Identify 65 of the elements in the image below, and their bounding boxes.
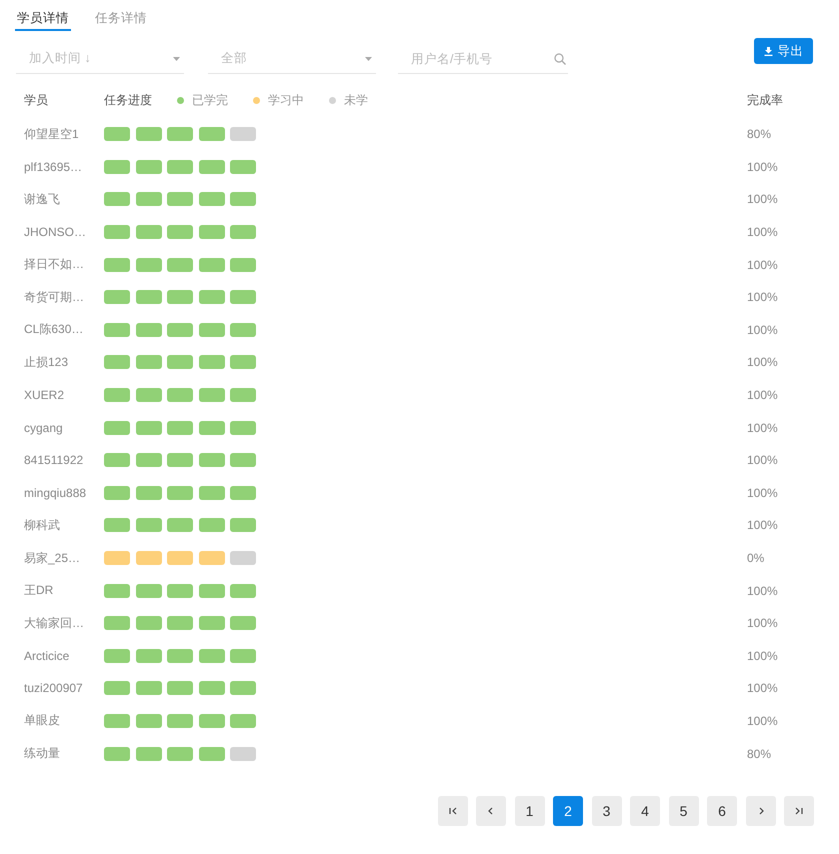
student-name: 易家_25… [24,550,82,567]
next-page-button[interactable] [746,796,776,826]
page-button[interactable]: 3 [592,796,622,826]
last-page-button[interactable] [784,796,814,826]
column-header: 完成率 [747,92,784,108]
tab[interactable]: 学员详情 [15,6,71,31]
download-icon [764,46,772,56]
student-name: 单眼皮 [24,712,61,730]
caret-icon [173,56,180,60]
column-header: 任务进度 [104,92,152,108]
page-button[interactable]: 1 [514,796,544,826]
completion-rate: 100% [747,584,779,598]
student-name: 841511922 [24,453,84,468]
student-name: cygang [24,420,64,435]
completion-rate: 100% [747,225,779,240]
completion-rate: 0% [747,551,766,566]
completion-rate: 100% [747,681,779,696]
student-name: 柳科武 [24,516,61,534]
student-name: 仰望星空1 [24,126,80,143]
completion-rate: 100% [747,160,779,174]
student-name: tuzi200907 [24,681,84,696]
completion-rate: 100% [747,290,779,304]
completion-rate: 100% [747,388,779,402]
student-name: 奇货可期… [24,288,85,306]
student-name: JHONSO… [24,225,88,240]
page-button[interactable]: 4 [630,796,660,826]
student-name: mingqiu888 [24,486,88,500]
completion-rate: 100% [747,453,779,468]
student-name: 王DR [24,582,54,600]
prev-page-button[interactable] [476,796,506,826]
completion-rate: 100% [747,420,779,435]
export-button[interactable]: 导出 [754,38,813,64]
first-page-icon [448,806,458,815]
completion-rate: 80% [747,746,772,761]
completion-rate: 100% [747,648,779,663]
completion-rate: 100% [747,486,779,500]
student-name: 择日不如… [24,256,85,274]
student-name: 止损123 [24,354,70,371]
student-name: CL陈630… [24,321,84,338]
student-name: 谢逸飞 [24,190,61,208]
completion-rate: 100% [747,616,779,630]
student-name: 大输家回… [24,614,85,632]
page-button[interactable]: 2 [553,796,583,826]
completion-rate: 80% [747,127,772,142]
first-page-button[interactable] [438,796,468,826]
last-page-icon [794,806,804,815]
student-name: 练动量 [24,745,61,762]
page-button[interactable]: 6 [707,796,737,826]
caret-icon [365,56,372,60]
completion-rate: 100% [747,258,779,272]
completion-rate: 100% [747,192,779,206]
column-header: 学员 [24,92,49,108]
legend-label: 已学完 [192,92,228,108]
page-button[interactable]: 5 [668,796,698,826]
student-name: XUER2 [24,388,66,402]
search-field[interactable]: 用户名/手机号 [409,50,554,66]
completion-rate: 100% [747,518,779,532]
student-name: plf13695… [24,160,84,174]
student-name: Arcticice [24,648,70,663]
completion-rate: 100% [747,355,779,370]
completion-rate: 100% [747,322,779,337]
legend-label: 学习中 [268,92,304,108]
search-icon[interactable] [554,52,566,64]
completion-rate: 100% [747,714,779,728]
legend-label: 未学 [344,92,368,108]
